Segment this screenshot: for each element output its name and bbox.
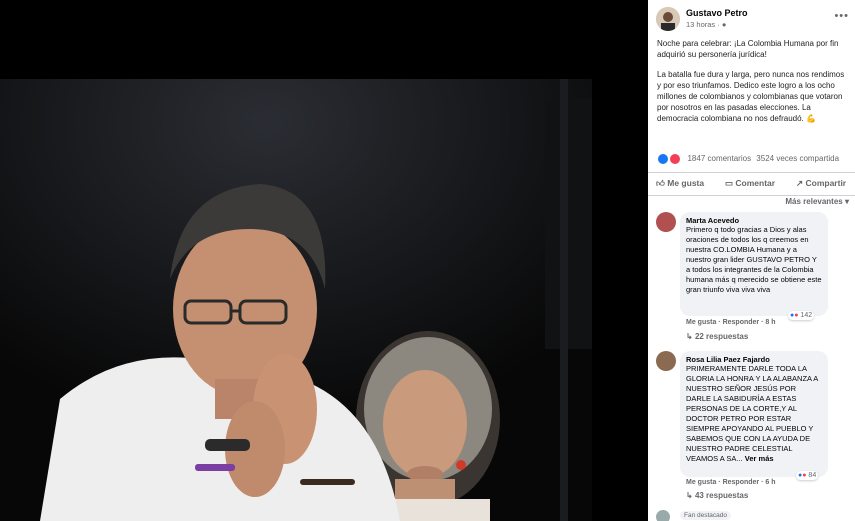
- post-time-label[interactable]: 13 horas: [686, 20, 715, 29]
- commenter-avatar[interactable]: [656, 510, 670, 521]
- love-icon[interactable]: [669, 153, 682, 165]
- author-name[interactable]: Gustavo Petro: [686, 8, 748, 18]
- view-replies-label: 43 respuestas: [694, 491, 749, 500]
- shares-count[interactable]: 3524 veces compartida: [756, 154, 839, 163]
- post-stats: 1847 comentarios 3524 veces compartida: [657, 153, 855, 165]
- fan-badge-row: Fan destacado: [656, 510, 855, 521]
- post-time: 13 horas · ●: [686, 20, 726, 29]
- view-replies-label: 22 respuestas: [694, 332, 749, 341]
- author-avatar[interactable]: [656, 7, 680, 31]
- comment-reactions[interactable]: ●● 84: [796, 471, 819, 480]
- commenter-avatar[interactable]: [656, 351, 676, 371]
- comment-button-label: Comentar: [735, 178, 776, 188]
- post-paragraph-1: Noche para celebrar: ¡La Colombia Humana…: [657, 39, 839, 59]
- comment-text-body: PRIMERAMENTE DARLE TODA LA GLORIA LA HON…: [686, 364, 818, 463]
- post-body: Noche para celebrar: ¡La Colombia Humana…: [657, 38, 847, 133]
- comment-like-link[interactable]: Me gusta: [686, 479, 716, 486]
- commenter-name[interactable]: Marta Acevedo: [686, 216, 822, 225]
- comment-icon: ▭: [725, 178, 734, 188]
- post-paragraph-2: La batalla fue dura y larga, pero nunca …: [657, 70, 845, 123]
- comment-text: Primero q todo gracias a Dios y alas ora…: [686, 225, 822, 294]
- comment-meta: Me gusta · Responder · 8 h: [686, 319, 776, 326]
- more-options-icon[interactable]: •••: [834, 10, 849, 22]
- photo-viewer: [0, 0, 648, 521]
- fan-badge: Fan destacado: [680, 511, 732, 520]
- comment-sort-label: Más relevantes: [785, 197, 843, 206]
- comment-reply-link[interactable]: Responder: [723, 479, 760, 486]
- comment-bubble: Marta Acevedo Primero q todo gracias a D…: [680, 212, 828, 316]
- love-icon: ●: [794, 312, 799, 319]
- post-sidebar: Gustavo Petro 13 horas · ● ••• Noche par…: [648, 0, 855, 521]
- love-icon: ●: [802, 472, 807, 479]
- comment-reactions-count: 84: [808, 472, 817, 479]
- post-photo[interactable]: [0, 79, 592, 521]
- comment-meta: Me gusta · Responder · 6 h: [686, 479, 776, 486]
- share-button[interactable]: ↗ Compartir: [796, 178, 846, 189]
- like-button[interactable]: 👍︎ Me gusta: [656, 178, 704, 189]
- comment-item: Marta Acevedo Primero q todo gracias a D…: [656, 212, 855, 344]
- comment-time[interactable]: 8 h: [765, 319, 775, 326]
- comment-reactions[interactable]: ●● 142: [788, 311, 815, 320]
- share-button-label: Compartir: [805, 178, 847, 188]
- post-header: Gustavo Petro 13 horas · ● •••: [656, 7, 851, 33]
- view-replies-link[interactable]: ↳ 22 respuestas: [686, 332, 748, 341]
- like-button-label: Me gusta: [667, 178, 705, 188]
- share-icon: ↗: [796, 178, 804, 188]
- comment-reactions-count: 142: [800, 312, 813, 319]
- comment-text: PRIMERAMENTE DARLE TODA LA GLORIA LA HON…: [686, 364, 822, 464]
- comment-bubble: Rosa Lilia Paez Fajardo PRIMERAMENTE DAR…: [680, 351, 828, 477]
- commenter-name[interactable]: Rosa Lilia Paez Fajardo: [686, 355, 822, 364]
- comment-like-link[interactable]: Me gusta: [686, 319, 716, 326]
- comment-time[interactable]: 6 h: [765, 479, 775, 486]
- see-more-link[interactable]: Ver más: [745, 454, 774, 463]
- comment-reply-link[interactable]: Responder: [723, 319, 760, 326]
- comment-item: Rosa Lilia Paez Fajardo PRIMERAMENTE DAR…: [656, 351, 855, 506]
- view-replies-link[interactable]: ↳ 43 respuestas: [686, 491, 748, 500]
- thumbs-up-icon: 👍︎: [656, 178, 665, 188]
- reply-arrow-icon: ↳: [686, 491, 695, 500]
- like-icon[interactable]: [657, 153, 669, 165]
- commenter-avatar[interactable]: [656, 212, 676, 232]
- reply-arrow-icon: ↳: [686, 332, 695, 341]
- comment-button[interactable]: ▭ Comentar: [725, 178, 775, 189]
- photo-illustration: [0, 79, 592, 521]
- post-actions-bar: 👍︎ Me gusta ▭ Comentar ↗ Compartir: [648, 172, 855, 196]
- globe-icon: · ●: [717, 20, 727, 29]
- comments-count[interactable]: 1847 comentarios: [687, 154, 751, 163]
- comment-sort-dropdown[interactable]: Más relevantes ▾: [785, 197, 849, 206]
- chevron-down-icon: ▾: [844, 197, 849, 206]
